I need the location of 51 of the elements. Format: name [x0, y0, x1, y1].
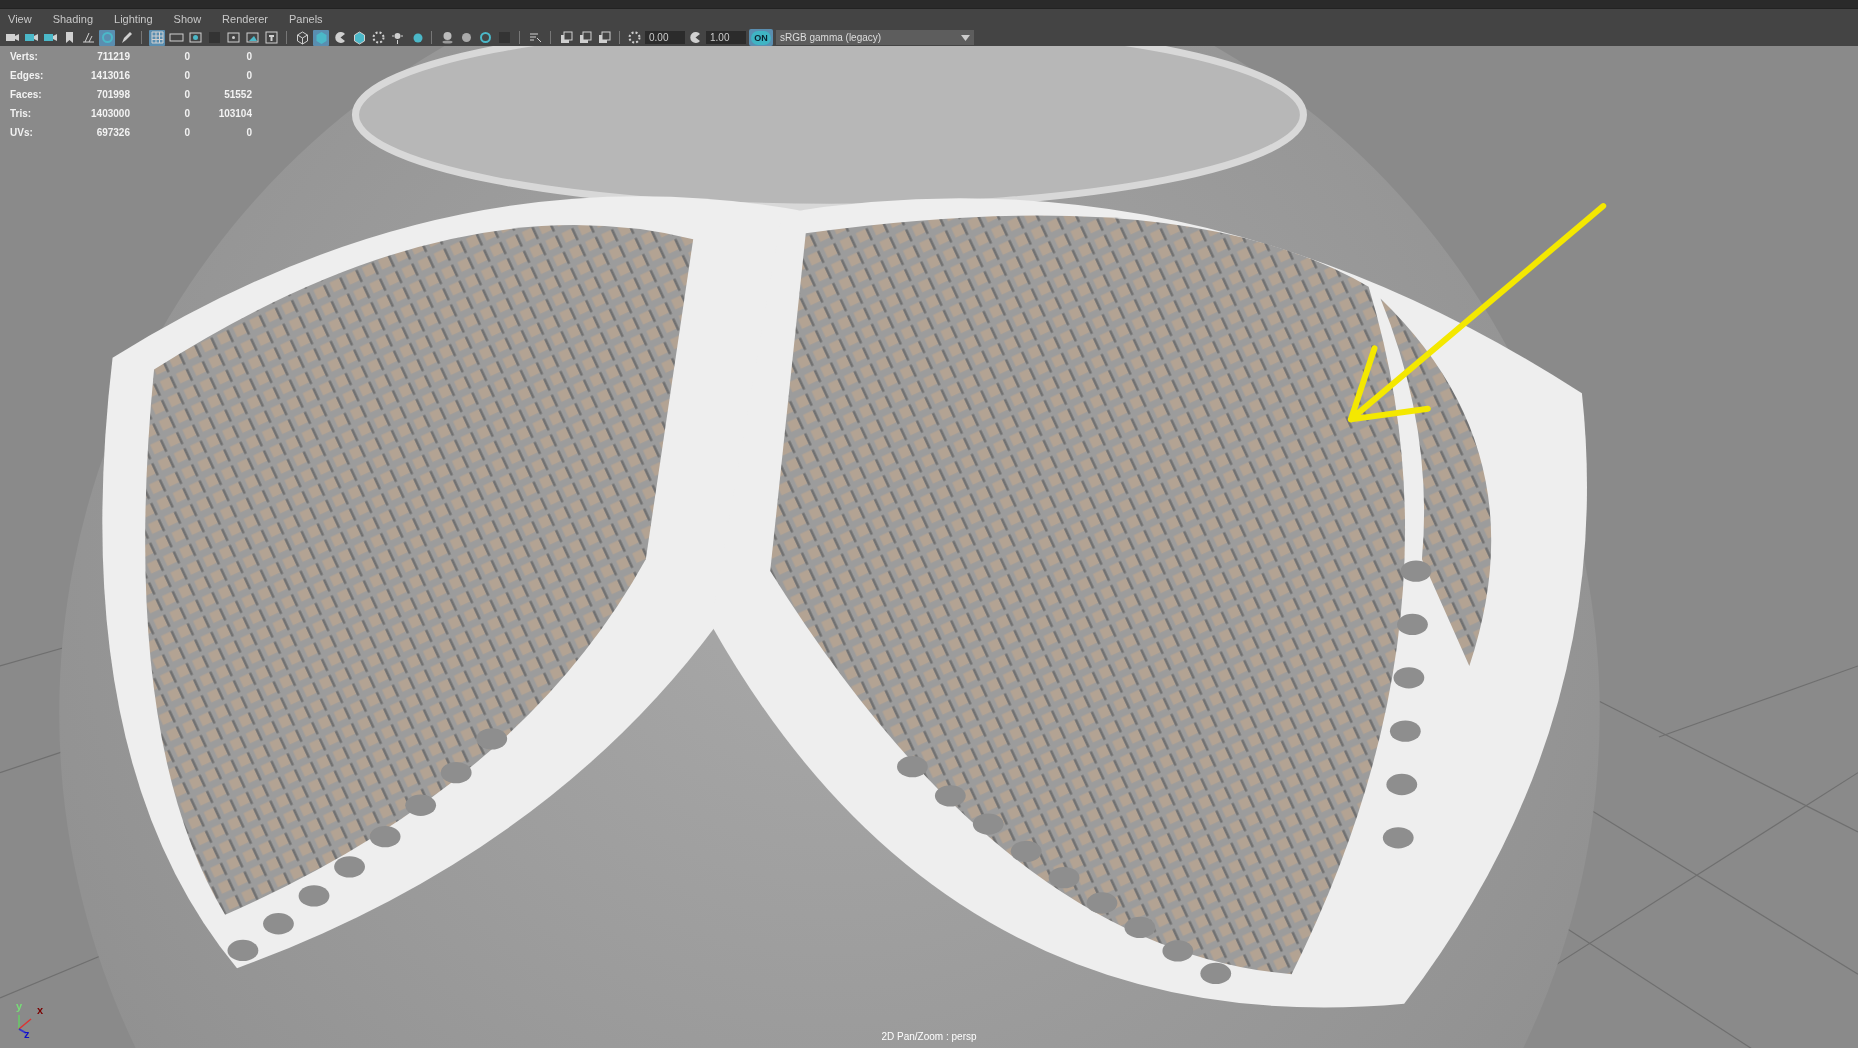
menu-item[interactable]: Panels: [288, 13, 334, 25]
stat-value: 697326: [95, 126, 130, 140]
grid-icon: [149, 30, 165, 45]
menu-item[interactable]: Show: [173, 13, 213, 25]
axis-label: z: [24, 1028, 30, 1040]
stat-label: Verts:: [10, 50, 39, 64]
stat-value: 711219: [96, 50, 130, 64]
dark-square-icon: [496, 30, 512, 45]
stat-label: Tris:: [10, 107, 33, 121]
frame-icon: [263, 30, 279, 45]
menu-item[interactable]: Renderer: [222, 13, 279, 25]
exposure-field[interactable]: 0.00: [645, 31, 685, 44]
stat-value: 0: [183, 50, 190, 64]
toolbar-button[interactable]: [313, 29, 329, 46]
toolbar-button[interactable]: [294, 29, 310, 46]
menu-item[interactable]: Shading: [52, 13, 105, 25]
stat-value: 0: [183, 126, 190, 140]
stat-value: 1413016: [90, 69, 130, 83]
toolbar-button[interactable]: [477, 29, 493, 46]
dark-square-icon: [206, 30, 222, 45]
color-space-dropdown[interactable]: sRGB gamma (legacy): [776, 30, 974, 45]
stat-label: Edges:: [10, 69, 45, 83]
dropdown-caret-icon: [961, 34, 970, 41]
grid-plane-icon: [80, 30, 96, 45]
stat-value: 0: [245, 126, 252, 140]
wire-cube-icon: [294, 30, 310, 45]
toolbar-button[interactable]: [558, 29, 574, 46]
color-management-toggle[interactable]: ON: [749, 29, 773, 46]
toolbar-button[interactable]: [596, 29, 612, 46]
ring-icon: [477, 30, 493, 45]
toolbar-button[interactable]: [577, 29, 593, 46]
stat-value: 0: [183, 107, 190, 121]
toolbar-button[interactable]: [263, 29, 279, 46]
stat-value: 1403000: [90, 107, 130, 121]
gamma-field[interactable]: 1.00: [706, 31, 746, 44]
camera-label: 2D Pan/Zoom : persp: [881, 1031, 977, 1042]
stat-label: UVs:: [10, 126, 34, 140]
menu-item[interactable]: View: [8, 13, 43, 25]
light-icon: [389, 30, 405, 45]
axis-label: y: [16, 1000, 23, 1012]
menu-item[interactable]: Lighting: [114, 13, 164, 25]
stat-value: 51552: [223, 88, 252, 102]
axis-label: x: [37, 1004, 44, 1016]
stat-value: 0: [245, 69, 252, 83]
stat-value: 0: [183, 69, 190, 83]
stat-label: Faces:: [10, 88, 43, 102]
stat-value: 0: [245, 50, 252, 64]
stat-value: 0: [183, 88, 190, 102]
stat-value: 103104: [217, 107, 252, 121]
toolbar-button[interactable]: [149, 29, 165, 46]
stat-value: 701998: [95, 88, 130, 102]
